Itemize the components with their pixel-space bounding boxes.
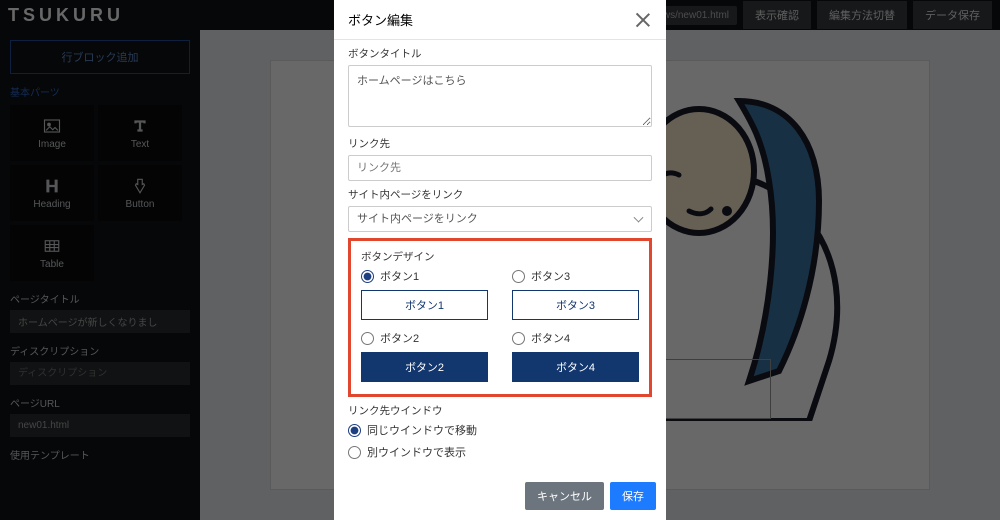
radio-label: 別ウインドウで表示 [367,444,466,460]
link-input[interactable] [348,155,652,181]
design-radio-2[interactable]: ボタン2 [361,330,488,346]
button-design-group: ボタンデザイン ボタン1 ボタン1 ボタン3 ボタン3 ボタン2 ボタン2 [348,238,652,397]
modal-body: ボタンタイトル ホームページはこちら リンク先 サイト内ページをリンク サイト内… [334,40,666,470]
modal-overlay: ボタン編集 ボタンタイトル ホームページはこちら リンク先 サイト内ページをリン… [0,0,1000,520]
radio-label: ボタン2 [380,330,419,346]
design-label: ボタンデザイン [361,249,639,264]
radio-label: ボタン4 [531,330,570,346]
save-button[interactable]: 保存 [610,482,656,510]
design-radio-3[interactable]: ボタン3 [512,268,639,284]
radio-label: ボタン1 [380,268,419,284]
radio-label: ボタン3 [531,268,570,284]
window-radio-new[interactable]: 別ウインドウで表示 [348,444,652,460]
design-preview-1: ボタン1 [361,290,488,320]
radio-label: 同じウインドウで移動 [367,422,477,438]
site-link-label: サイト内ページをリンク [348,187,652,202]
button-title-label: ボタンタイトル [348,46,652,61]
design-preview-3: ボタン3 [512,290,639,320]
window-radio-same[interactable]: 同じウインドウで移動 [348,422,652,438]
design-preview-2: ボタン2 [361,352,488,382]
site-link-select[interactable]: サイト内ページをリンク [348,206,652,232]
design-preview-4: ボタン4 [512,352,639,382]
button-title-textarea[interactable]: ホームページはこちら [348,65,652,127]
link-label: リンク先 [348,136,652,151]
modal-title: ボタン編集 [348,10,413,29]
cancel-button[interactable]: キャンセル [525,482,604,510]
button-edit-modal: ボタン編集 ボタンタイトル ホームページはこちら リンク先 サイト内ページをリン… [334,0,666,520]
design-radio-4[interactable]: ボタン4 [512,330,639,346]
close-icon[interactable] [634,11,652,29]
modal-footer: キャンセル 保存 [334,474,666,520]
design-radio-1[interactable]: ボタン1 [361,268,488,284]
window-label: リンク先ウインドウ [348,403,652,418]
modal-header: ボタン編集 [334,0,666,40]
